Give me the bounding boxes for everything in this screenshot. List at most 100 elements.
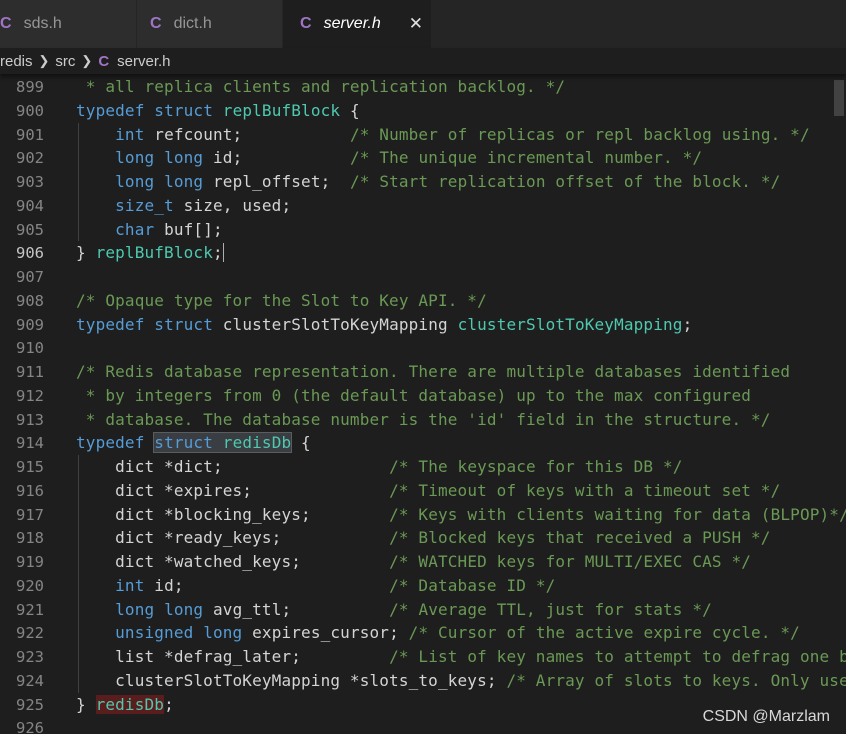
code-line[interactable]: 910: [0, 336, 846, 360]
c-file-icon: C: [150, 15, 162, 32]
breadcrumb-item-file[interactable]: server.h: [117, 53, 170, 70]
code-text[interactable]: int id; /* Database ID */: [76, 574, 555, 598]
code-line[interactable]: 923 list *defrag_later; /* List of key n…: [0, 645, 846, 669]
code-line[interactable]: 899 * all replica clients and replicatio…: [0, 75, 846, 99]
line-number: 916: [16, 481, 44, 500]
code-line[interactable]: 917 dict *blocking_keys; /* Keys with cl…: [0, 503, 846, 527]
line-number: 904: [16, 196, 44, 215]
code-line[interactable]: 901 int refcount; /* Number of replicas …: [0, 123, 846, 147]
line-number: 905: [16, 220, 44, 239]
close-icon[interactable]: ✕: [409, 14, 423, 34]
line-number: 915: [16, 458, 44, 476]
code-line[interactable]: 921 long long avg_ttl; /* Average TTL, j…: [0, 598, 846, 622]
chevron-right-icon: ❯: [38, 53, 50, 68]
vertical-scrollbar[interactable]: [832, 74, 846, 734]
breadcrumb: redis ❯ src ❯ C server.h: [0, 48, 846, 74]
code-text[interactable]: list *defrag_later; /* List of key names…: [76, 645, 846, 669]
line-number: 913: [16, 410, 44, 429]
code-text[interactable]: dict *dict; /* The keyspace for this DB …: [76, 455, 683, 479]
code-line[interactable]: 900 typedef struct replBufBlock {: [0, 99, 846, 123]
tab-bar: C sds.h C dict.h C server.h ✕: [0, 0, 846, 48]
tab-label: server.h: [323, 15, 381, 32]
code-line[interactable]: 924 clusterSlotToKeyMapping *slots_to_ke…: [0, 669, 846, 693]
code-text[interactable]: typedef struct replBufBlock {: [76, 99, 360, 123]
code-line[interactable]: 922 unsigned long expires_cursor; /* Cur…: [0, 621, 846, 645]
code-line[interactable]: 905 char buf[];: [0, 218, 846, 242]
line-number: 926: [16, 719, 44, 734]
code-text[interactable]: } redisDb;: [76, 693, 174, 717]
code-line[interactable]: 902 long long id; /* The unique incremen…: [0, 146, 846, 170]
code-text[interactable]: dict *blocking_keys; /* Keys with client…: [76, 503, 846, 527]
code-text[interactable]: * database. The database number is the '…: [76, 408, 771, 432]
code-line[interactable]: 919 dict *watched_keys; /* WATCHED keys …: [0, 550, 846, 574]
code-text[interactable]: } replBufBlock;: [76, 241, 224, 265]
line-number: 923: [16, 648, 44, 666]
scrollbar-thumb[interactable]: [834, 80, 844, 116]
code-text[interactable]: dict *ready_keys; /* Blocked keys that r…: [76, 526, 771, 550]
code-text[interactable]: * by integers from 0 (the default databa…: [76, 384, 751, 408]
code-line[interactable]: 912 * by integers from 0 (the default da…: [0, 384, 846, 408]
line-number: 920: [16, 576, 44, 595]
line-number: 908: [16, 291, 44, 310]
code-line[interactable]: 904 size_t size, used;: [0, 194, 846, 218]
indent-guide: [78, 122, 79, 242]
c-file-icon: C: [98, 52, 110, 70]
line-number: 899: [16, 78, 44, 96]
line-number: 906: [16, 244, 44, 263]
code-line[interactable]: 908 /* Opaque type for the Slot to Key AP…: [0, 289, 846, 313]
breadcrumb-item-src[interactable]: src: [55, 53, 75, 70]
code-text[interactable]: * all replica clients and replication ba…: [76, 75, 565, 99]
code-text[interactable]: dict *expires; /* Timeout of keys with a…: [76, 479, 780, 503]
line-number: 918: [16, 529, 44, 548]
line-number: 900: [16, 101, 44, 120]
code-text[interactable]: typedef struct clusterSlotToKeyMapping c…: [76, 313, 692, 337]
code-line[interactable]: 920 int id; /* Database ID */: [0, 574, 846, 598]
tab-label: dict.h: [173, 15, 212, 32]
code-line[interactable]: 911 /* Redis database representation. The…: [0, 360, 846, 384]
code-text[interactable]: int refcount; /* Number of replicas or r…: [76, 123, 810, 147]
code-text[interactable]: long long avg_ttl; /* Average TTL, just …: [76, 598, 712, 622]
tab-server-h[interactable]: C server.h ✕: [283, 0, 431, 48]
line-number: 909: [16, 315, 44, 334]
line-number: 903: [16, 173, 44, 191]
line-number: 901: [16, 125, 44, 144]
code-text[interactable]: unsigned long expires_cursor; /* Cursor …: [76, 621, 800, 645]
code-text[interactable]: clusterSlotToKeyMapping *slots_to_keys; …: [76, 669, 846, 693]
line-number: 924: [16, 671, 44, 690]
code-text[interactable]: dict *watched_keys; /* WATCHED keys for …: [76, 550, 751, 574]
code-line[interactable]: 909 typedef struct clusterSlotToKeyMappin…: [0, 313, 846, 337]
line-number: 925: [16, 695, 44, 714]
tab-label: sds.h: [23, 15, 62, 32]
line-number: 922: [16, 624, 44, 643]
code-line[interactable]: 915 dict *dict; /* The keyspace for this…: [0, 455, 846, 479]
code-text[interactable]: /* Opaque type for the Slot to Key API. …: [76, 289, 487, 313]
code-text[interactable]: long long id; /* The unique incremental …: [76, 146, 702, 170]
line-number: 910: [16, 339, 44, 358]
code-editor[interactable]: 899 * all replica clients and replicatio…: [0, 74, 846, 734]
chevron-right-icon: ❯: [81, 53, 93, 68]
code-text[interactable]: long long repl_offset; /* Start replicat…: [76, 170, 780, 194]
tab-sds-h[interactable]: C sds.h: [0, 0, 136, 48]
breadcrumb-item-redis[interactable]: redis: [0, 53, 33, 70]
line-number: 919: [16, 553, 44, 571]
code-text[interactable]: char buf[];: [76, 218, 223, 242]
code-text[interactable]: typedef struct redisDb {: [76, 431, 311, 455]
c-file-icon: C: [0, 15, 12, 32]
line-number: 921: [16, 600, 44, 619]
code-text[interactable]: size_t size, used;: [76, 194, 291, 218]
code-line[interactable]: 907: [0, 265, 846, 289]
line-number: 912: [16, 386, 44, 405]
line-number: 917: [16, 505, 44, 524]
tab-dict-h[interactable]: C dict.h: [137, 0, 282, 48]
line-number: 907: [16, 268, 44, 286]
code-line[interactable]: 903 long long repl_offset; /* Start repl…: [0, 170, 846, 194]
indent-guide: [78, 455, 79, 693]
code-line[interactable]: 916 dict *expires; /* Timeout of keys wi…: [0, 479, 846, 503]
code-text[interactable]: /* Redis database representation. There …: [76, 360, 790, 384]
watermark: CSDN @Marzlam: [702, 708, 830, 725]
code-line[interactable]: 906 } replBufBlock;: [0, 241, 846, 265]
code-line[interactable]: 913 * database. The database number is t…: [0, 408, 846, 432]
c-file-icon: C: [300, 15, 312, 32]
code-line[interactable]: 914 typedef struct redisDb {: [0, 431, 846, 455]
code-line[interactable]: 918 dict *ready_keys; /* Blocked keys th…: [0, 526, 846, 550]
